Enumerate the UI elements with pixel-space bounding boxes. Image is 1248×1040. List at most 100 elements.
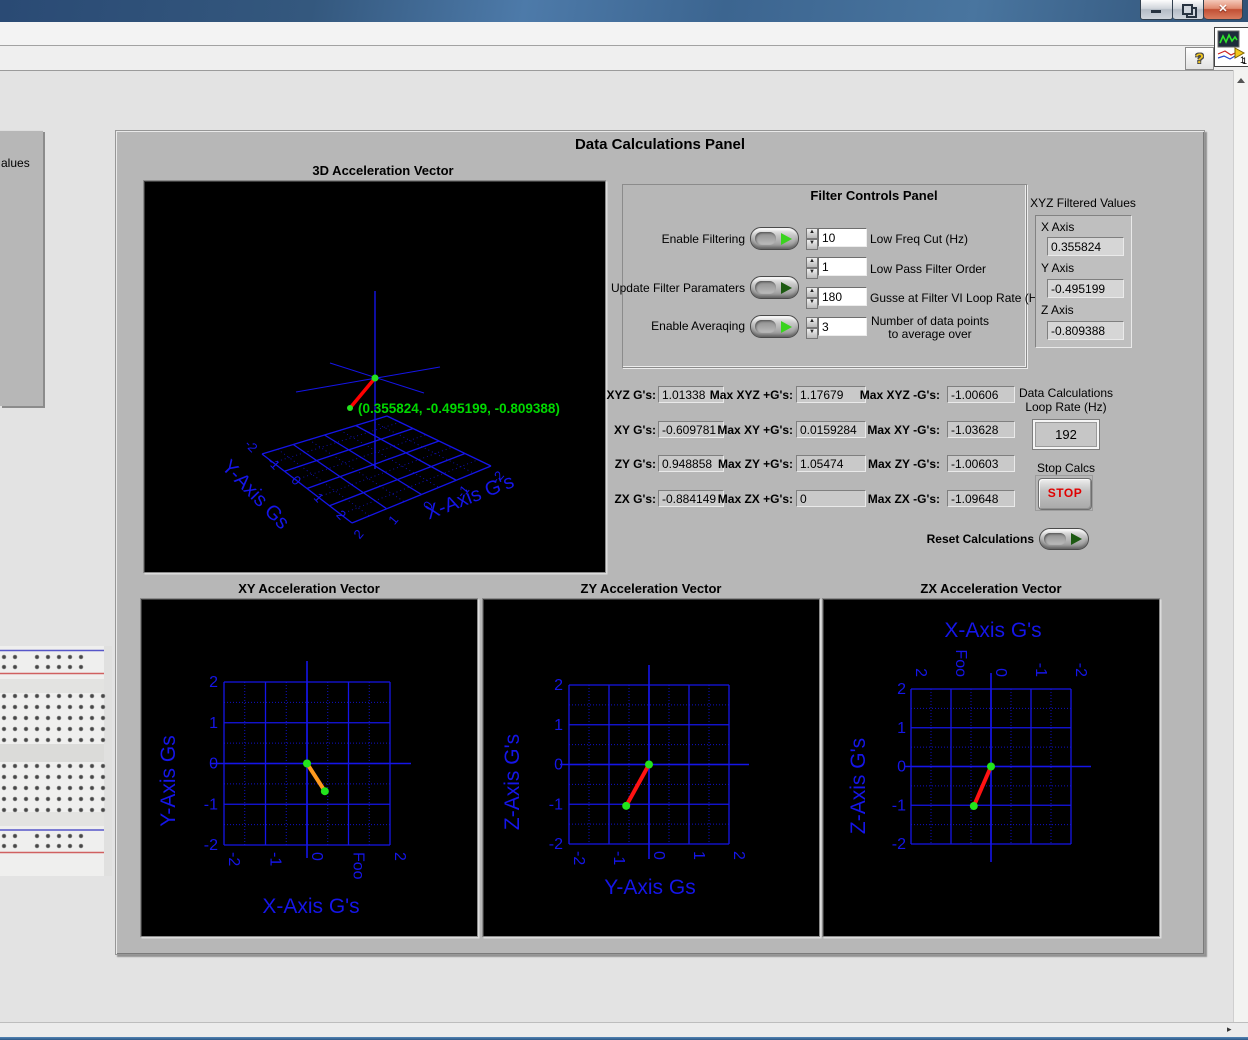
enable-averaging-toggle[interactable] <box>750 315 799 338</box>
low-freq-cut-spinner[interactable]: ▲ ▼ <box>806 228 818 248</box>
y-tick-label: 1 <box>209 715 218 732</box>
update-filter-parameters-toggle[interactable] <box>750 276 799 299</box>
spinner-down-icon[interactable]: ▼ <box>806 239 818 250</box>
breadboard-hole <box>79 665 83 669</box>
help-button[interactable]: ? <box>1185 47 1214 70</box>
spinner-up-icon[interactable]: ▲ <box>806 257 818 268</box>
spinner-down-icon[interactable]: ▼ <box>806 268 818 279</box>
spinner-up-icon[interactable]: ▲ <box>806 317 818 328</box>
stop-button-frame: STOP <box>1035 475 1093 511</box>
toolbar[interactable] <box>0 46 1248 71</box>
y-tick-label: -2 <box>549 836 563 853</box>
close-button[interactable]: ✕ <box>1204 0 1243 20</box>
y-tick-label: 1 <box>897 720 906 737</box>
breadboard-hole <box>68 694 72 698</box>
g-value-indicator: 1.05474 <box>796 455 866 472</box>
plot-title-xy: XY Acceleration Vector <box>238 581 380 596</box>
vector-coordinate-label: (0.355824, -0.495199, -0.809388) <box>358 401 560 416</box>
breadboard-hole <box>24 716 28 720</box>
low-freq-cut-input[interactable] <box>818 228 867 247</box>
loop-rate-guess-input[interactable] <box>818 287 867 306</box>
avg-points-input[interactable] <box>818 317 867 336</box>
enable-filtering-toggle[interactable] <box>750 227 799 250</box>
g-value-indicator: -0.609781 <box>658 421 724 438</box>
breadboard-hole <box>13 665 17 669</box>
breadboard-hole <box>2 808 6 812</box>
spinner-up-icon[interactable]: ▲ <box>806 228 818 239</box>
vector-end-point <box>622 802 630 810</box>
breadboard-hole <box>24 727 28 731</box>
breadboard-hole <box>13 775 17 779</box>
plot-title-zy: ZY Acceleration Vector <box>581 581 722 596</box>
breadboard-hole <box>57 834 61 838</box>
breadboard-hole <box>101 738 105 742</box>
breadboard-hole <box>35 716 39 720</box>
breadboard-hole <box>68 705 72 709</box>
breadboard-hole <box>13 738 17 742</box>
scroll-up-icon[interactable] <box>1237 78 1245 83</box>
y-tick-label: 2 <box>897 681 906 698</box>
breadboard-hole <box>68 786 72 790</box>
vertical-scrollbar[interactable] <box>1233 70 1248 1022</box>
filter-order-label: Low Pass Filter Order <box>870 263 986 276</box>
toggle-arrow-icon <box>781 233 792 245</box>
breadboard-hole <box>46 665 50 669</box>
y-axis-title: Z-Axis G's <box>501 734 524 830</box>
x-axis-value: 0.355824 <box>1047 237 1124 256</box>
breadboard-hole <box>68 665 72 669</box>
x-tick-label: Foo <box>952 649 969 677</box>
breadboard-hole <box>57 727 61 731</box>
vector-origin-point <box>372 375 379 382</box>
breadboard-hole <box>57 844 61 848</box>
breadboard-hole <box>46 764 50 768</box>
breadboard-hole <box>46 716 50 720</box>
spinner-down-icon[interactable]: ▼ <box>806 298 818 309</box>
avg-points-label: Number of data points to average over <box>870 315 990 341</box>
breadboard-hole <box>46 705 50 709</box>
y-axis-title: Y-Axis Gs <box>157 735 180 826</box>
y-axis-label: Y Axis <box>1041 262 1074 275</box>
window-titlebar[interactable]: ✕ <box>0 0 1248 24</box>
breadboard-hole <box>24 694 28 698</box>
loop-rate-guess-spinner[interactable]: ▲ ▼ <box>806 287 818 307</box>
minimize-button[interactable] <box>1140 0 1173 20</box>
page-title: Data Calculations Panel <box>575 138 745 151</box>
z-axis-value: -0.809388 <box>1047 321 1124 340</box>
filter-order-input[interactable] <box>818 257 867 276</box>
breadboard-hole <box>13 716 17 720</box>
breadboard-hole <box>2 716 6 720</box>
toggle-arrow-icon <box>781 282 792 294</box>
spinner-down-icon[interactable]: ▼ <box>806 328 818 339</box>
breadboard-hole <box>101 727 105 731</box>
spinner-up-icon[interactable]: ▲ <box>806 287 818 298</box>
breadboard-hole <box>24 705 28 709</box>
vector-end-point <box>347 405 353 411</box>
window-controls: ✕ <box>1140 0 1243 19</box>
filter-order-spinner[interactable]: ▲ ▼ <box>806 257 818 277</box>
breadboard-hole <box>101 705 105 709</box>
avg-points-spinner[interactable]: ▲ ▼ <box>806 317 818 337</box>
reset-calculations-toggle[interactable] <box>1039 528 1089 550</box>
g-value-label: Max ZX +G's: <box>718 493 793 506</box>
restore-button[interactable] <box>1173 0 1204 20</box>
plot-xy-frame: 210-1-2-2-10Foo2Y-Axis GsX-Axis G's <box>140 598 478 937</box>
menu-bar[interactable] <box>0 22 1248 46</box>
vector-origin-point <box>987 763 995 771</box>
y-tick-label: -2 <box>892 836 906 853</box>
breadboard-hole <box>35 764 39 768</box>
status-bar: ▸ <box>0 1022 1248 1038</box>
y-tick-label: -2 <box>204 837 218 854</box>
y-axis-title: Y-Axis Gs <box>217 456 293 534</box>
breadboard-hole <box>101 764 105 768</box>
breadboard-hole <box>79 716 83 720</box>
plot-3d-frame: -2-1012210-1-2Y-Axis GsX-Axis G's(0.3558… <box>143 180 606 573</box>
breadboard-hole <box>68 738 72 742</box>
g-value-label: XY G's: <box>614 424 656 437</box>
stop-button[interactable]: STOP <box>1038 478 1092 510</box>
breadboard-hole <box>46 738 50 742</box>
y-tick-label: 2 <box>333 507 349 523</box>
g-value-label: Max XY -G's: <box>867 424 940 437</box>
breadboard-hole <box>46 797 50 801</box>
breadboard-hole <box>13 694 17 698</box>
loop-rate-label-2: Loop Rate (Hz) <box>1025 401 1106 414</box>
